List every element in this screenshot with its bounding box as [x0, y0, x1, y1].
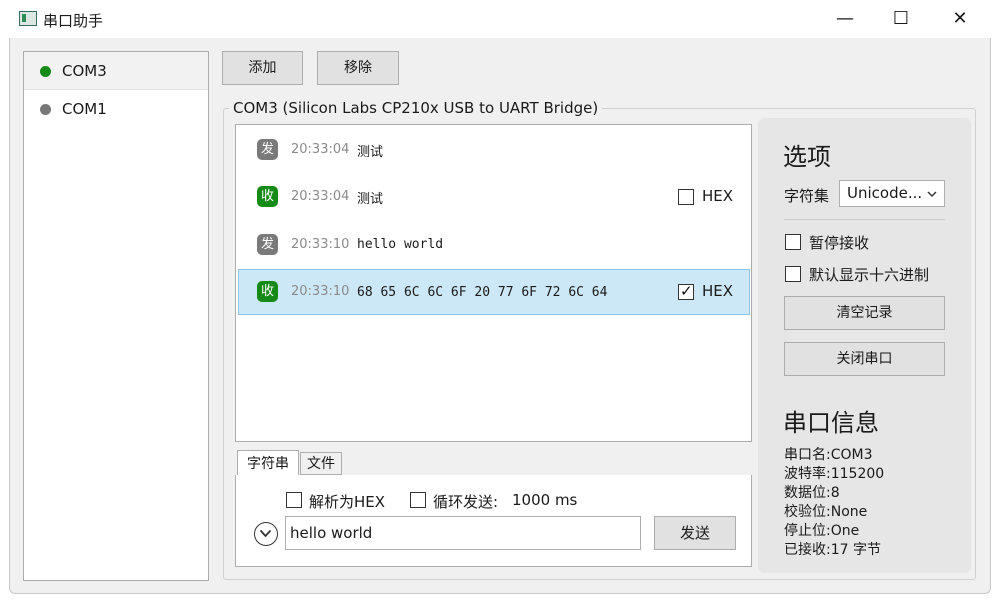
loop-send-label[interactable]: 循环发送: — [433, 491, 498, 512]
message-text: 测试 — [357, 192, 384, 207]
port-item-label: COM3 — [62, 62, 107, 80]
port-item-label: COM1 — [62, 100, 107, 118]
window-title: 串口助手 — [43, 12, 104, 30]
send-badge: 发 — [257, 234, 278, 255]
port-item-com3[interactable]: COM3 — [24, 52, 208, 90]
port-info-stopbits: 停止位:One — [784, 523, 860, 539]
chevron-down-icon — [260, 530, 271, 537]
remove-port-button[interactable]: 移除 — [317, 51, 399, 85]
port-item-com1[interactable]: COM1 — [24, 90, 208, 128]
expand-button[interactable] — [254, 522, 278, 546]
tab-string[interactable]: 字符串 — [237, 450, 299, 476]
disconnected-status-dot — [40, 104, 51, 115]
port-group-title: COM3 (Silicon Labs CP210x USB to UART Br… — [229, 99, 603, 117]
charset-label: 字符集 — [784, 187, 830, 205]
default-hex-checkbox[interactable] — [785, 266, 801, 282]
send-badge: 发 — [257, 139, 278, 160]
receive-badge: 收 — [257, 186, 278, 207]
options-divider — [784, 219, 945, 220]
minimize-icon: — — [836, 8, 854, 29]
hex-checkbox-checked[interactable] — [678, 282, 694, 300]
pause-receive-checkbox[interactable] — [785, 234, 801, 250]
receive-badge: 收 — [257, 281, 278, 302]
message-time: 20:33:10 — [291, 237, 350, 252]
port-info-name: 串口名:COM3 — [784, 447, 873, 463]
minimize-button[interactable]: — — [822, 0, 868, 38]
port-info-title: 串口信息 — [783, 409, 879, 437]
message-text: hello world — [357, 237, 444, 252]
hex-checkbox-label[interactable]: HEX — [702, 187, 733, 205]
port-info-databits: 数据位:8 — [784, 485, 840, 501]
message-text: 测试 — [357, 145, 384, 160]
connected-status-dot — [40, 66, 51, 77]
hex-checkbox[interactable] — [678, 189, 694, 205]
port-info-parity: 校验位:None — [784, 504, 868, 520]
charset-select[interactable]: Unicode... — [839, 180, 945, 207]
message-hex-text: 68 65 6C 6C 6F 20 77 6F 72 6C 64 — [357, 285, 608, 300]
close-window-button[interactable]: ✕ — [937, 0, 983, 38]
default-hex-label[interactable]: 默认显示十六进制 — [809, 264, 929, 285]
message-time: 20:33:04 — [291, 142, 350, 157]
options-title: 选项 — [783, 143, 831, 171]
clear-log-button[interactable]: 清空记录 — [784, 296, 945, 330]
close-icon: ✕ — [952, 8, 968, 29]
maximize-button[interactable]: ☐ — [878, 0, 924, 38]
close-port-button[interactable]: 关闭串口 — [784, 342, 945, 376]
hex-checkbox-label[interactable]: HEX — [702, 282, 733, 300]
parse-hex-checkbox[interactable] — [286, 492, 302, 508]
message-time: 20:33:10 — [291, 284, 350, 299]
message-time: 20:33:04 — [291, 189, 350, 204]
tab-file[interactable]: 文件 — [300, 452, 342, 475]
serial-port-app-icon — [19, 11, 37, 26]
send-input[interactable]: hello world — [285, 516, 641, 550]
maximize-icon: ☐ — [892, 8, 910, 29]
chevron-down-icon — [927, 191, 937, 197]
port-list — [23, 51, 209, 581]
loop-send-checkbox[interactable] — [410, 492, 426, 508]
charset-value: Unicode... — [847, 184, 923, 202]
loop-interval-value[interactable]: 1000 ms — [512, 491, 577, 509]
send-button[interactable]: 发送 — [654, 516, 736, 550]
parse-hex-label[interactable]: 解析为HEX — [309, 491, 385, 512]
add-port-button[interactable]: 添加 — [222, 51, 303, 85]
pause-receive-label[interactable]: 暂停接收 — [809, 232, 869, 253]
port-info-received: 已接收:17 字节 — [784, 542, 881, 558]
port-info-baud: 波特率:115200 — [784, 466, 885, 482]
